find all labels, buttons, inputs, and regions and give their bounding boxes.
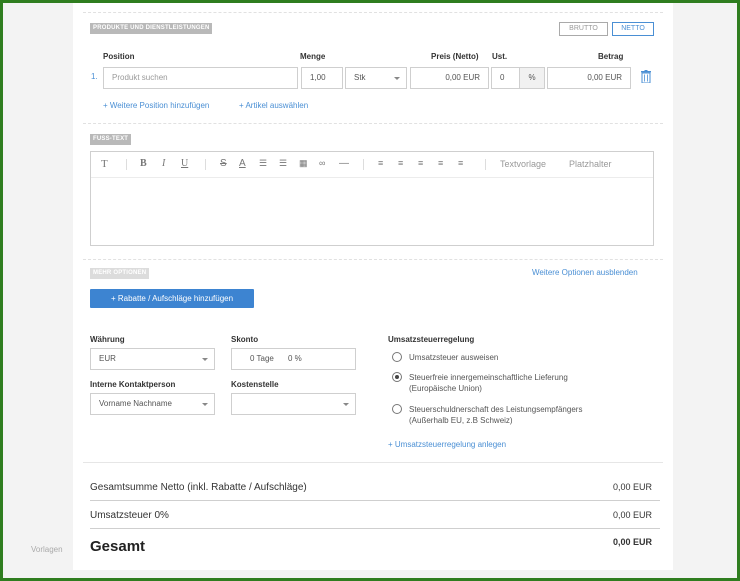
chevron-down-icon xyxy=(202,403,208,406)
vat-rule-label: Umsatzsteuerregelung xyxy=(388,335,475,344)
currency-select[interactable]: EUR xyxy=(90,348,215,370)
chevron-down-icon xyxy=(343,403,349,406)
horizontal-rule-icon[interactable]: — xyxy=(339,158,349,169)
chevron-down-icon xyxy=(202,358,208,361)
unordered-list-icon[interactable]: ☰ xyxy=(279,158,287,169)
row-index: 1. xyxy=(91,72,98,81)
section-divider xyxy=(83,462,663,463)
bold-icon[interactable]: B xyxy=(140,158,147,169)
contact-select[interactable]: Vorname Nachname xyxy=(90,393,215,415)
vat-option-label: Steuerfreie innergemeinschaftliche Liefe… xyxy=(409,373,568,382)
section-divider xyxy=(83,259,663,260)
link-icon[interactable]: ∞ xyxy=(319,158,325,168)
vat-total-value: 0,00 EUR xyxy=(612,510,652,520)
underline-icon[interactable]: U xyxy=(181,158,188,169)
vat-option-radio[interactable] xyxy=(392,404,402,414)
tax-unit-addon: % xyxy=(519,67,545,89)
invoice-card: PRODUKTE UND DIENSTLEISTUNGEN BRUTTO NET… xyxy=(73,3,673,570)
sidebar-item-vorlagen[interactable]: Vorlagen xyxy=(31,545,63,554)
currency-value: EUR xyxy=(99,354,116,363)
cost-center-select[interactable] xyxy=(231,393,356,415)
more-options-section-title: MEHR OPTIONEN xyxy=(90,268,150,279)
indent-icon[interactable]: ≡ xyxy=(438,158,443,168)
toolbar-separator xyxy=(363,159,364,170)
align-left-icon[interactable]: ≡ xyxy=(378,158,383,168)
contact-value: Vorname Nachname xyxy=(99,399,172,408)
outdent-icon[interactable]: ≡ xyxy=(458,158,463,168)
betrag-header: Betrag xyxy=(598,52,624,61)
vat-option-sublabel: (Außerhalb EU, z.B Schweiz) xyxy=(409,416,513,425)
grand-total-row: Gesamt 0,00 EUR xyxy=(90,529,660,563)
hide-options-link[interactable]: Weitere Optionen ausblenden xyxy=(532,268,638,277)
ordered-list-icon[interactable]: ☰ xyxy=(259,158,267,169)
vat-option-label: Umsatzsteuer ausweisen xyxy=(409,353,499,362)
skonto-field[interactable]: 0 Tage 0 % xyxy=(231,348,356,370)
toolbar-separator xyxy=(205,159,206,170)
products-section-title: PRODUKTE UND DIENSTLEISTUNGEN xyxy=(90,23,213,34)
amount-field: 0,00 EUR xyxy=(547,67,631,89)
toolbar-separator xyxy=(126,159,127,170)
vat-option-sublabel: (Europäische Union) xyxy=(409,384,482,393)
contact-label: Interne Kontaktperson xyxy=(90,380,176,389)
skonto-percent[interactable]: 0 % xyxy=(288,349,302,369)
preis-header: Preis (Netto) xyxy=(431,52,479,61)
align-right-icon[interactable]: ≡ xyxy=(418,158,423,168)
table-icon[interactable]: ▦ xyxy=(299,158,308,169)
strikethrough-icon[interactable]: S xyxy=(220,158,227,169)
vat-option-radio[interactable] xyxy=(392,372,402,382)
product-search-input[interactable]: Produkt suchen xyxy=(103,67,298,89)
align-center-icon[interactable]: ≡ xyxy=(398,158,403,168)
grand-total-value: 0,00 EUR xyxy=(612,537,652,547)
grand-total-label: Gesamt xyxy=(90,538,146,555)
placeholder-button[interactable]: Platzhalter xyxy=(569,159,612,169)
top-divider xyxy=(83,12,663,13)
select-article-link[interactable]: + Artikel auswählen xyxy=(239,101,308,110)
vat-option-label: Steuerschuldnerschaft des Leistungsempfä… xyxy=(409,405,583,414)
unit-value: Stk xyxy=(354,73,366,82)
position-header: Position xyxy=(103,52,135,61)
net-total-value: 0,00 EUR xyxy=(612,482,652,492)
app-frame: Vorlagen PRODUKTE UND DIENSTLEISTUNGEN B… xyxy=(3,3,737,578)
vat-total-row: Umsatzsteuer 0% 0,00 EUR xyxy=(90,501,660,529)
add-vat-rule-link[interactable]: + Umsatzsteuerregelung anlegen xyxy=(388,440,506,449)
toolbar-separator xyxy=(485,159,486,170)
footer-text-section-title: FUSS-TEXT xyxy=(90,134,132,145)
skonto-days[interactable]: 0 Tage xyxy=(250,349,274,369)
unit-select[interactable]: Stk xyxy=(345,67,407,89)
menge-header: Menge xyxy=(300,52,326,61)
text-style-icon[interactable]: T xyxy=(101,158,108,170)
footer-text-editor[interactable]: T B I U S A ☰ ☰ ▦ ∞ — ≡ ≡ ≡ ≡ ≡ Textvorl… xyxy=(90,151,654,246)
vat-option-radio[interactable] xyxy=(392,352,402,362)
skonto-label: Skonto xyxy=(231,335,259,344)
quantity-input[interactable]: 1,00 xyxy=(301,67,343,89)
tax-input[interactable]: 0 xyxy=(491,67,520,89)
add-discount-button[interactable]: + Rabatte / Aufschläge hinzufügen xyxy=(90,289,254,308)
net-total-label: Gesamtsumme Netto (inkl. Rabatte / Aufsc… xyxy=(90,482,307,493)
cost-center-label: Kostenstelle xyxy=(231,380,279,389)
section-divider xyxy=(83,123,663,124)
currency-label: Währung xyxy=(90,335,125,344)
text-color-icon[interactable]: A xyxy=(239,158,246,169)
ust-header: Ust. xyxy=(492,52,508,61)
add-position-link[interactable]: + Weitere Position hinzufügen xyxy=(103,101,209,110)
trash-icon[interactable] xyxy=(641,70,651,83)
chevron-down-icon xyxy=(394,77,400,80)
net-total-row: Gesamtsumme Netto (inkl. Rabatte / Aufsc… xyxy=(90,473,660,501)
text-template-button[interactable]: Textvorlage xyxy=(500,159,546,169)
price-input[interactable]: 0,00 EUR xyxy=(410,67,489,89)
vat-total-label: Umsatzsteuer 0% xyxy=(90,510,169,521)
brutto-toggle[interactable]: BRUTTO xyxy=(559,22,608,36)
netto-toggle[interactable]: NETTO xyxy=(612,22,654,36)
editor-toolbar: T B I U S A ☰ ☰ ▦ ∞ — ≡ ≡ ≡ ≡ ≡ Textvorl… xyxy=(91,152,653,178)
italic-icon[interactable]: I xyxy=(162,158,165,169)
